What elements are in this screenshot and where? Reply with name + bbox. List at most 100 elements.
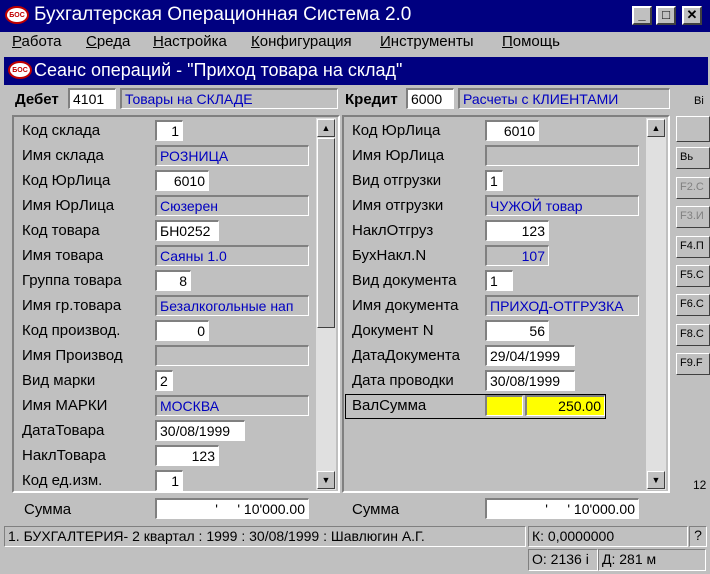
side-button-f5[interactable]: F5.С bbox=[676, 265, 710, 287]
field-value: Саяны 1.0 bbox=[155, 245, 309, 266]
side-number: 12 bbox=[693, 478, 707, 492]
session-logo-icon: БОС bbox=[8, 61, 32, 79]
field-value[interactable]: 1 bbox=[155, 120, 183, 141]
field-value: Безалкогольные нап bbox=[155, 295, 309, 316]
credit-sum-label: Сумма bbox=[352, 501, 400, 518]
field-label: Вид марки bbox=[22, 372, 96, 389]
side-button-f3[interactable]: F3.И bbox=[676, 206, 710, 228]
minimize-button[interactable]: _ bbox=[632, 6, 652, 25]
field-value[interactable]: 2 bbox=[155, 370, 173, 391]
menu-tools[interactable]: Инструменты bbox=[380, 33, 474, 50]
menu-environment[interactable]: Среда bbox=[86, 33, 130, 50]
debit-scrollbar[interactable]: ▲ ▼ bbox=[316, 118, 336, 490]
field-value bbox=[155, 345, 309, 366]
field-label: Код товара bbox=[22, 222, 100, 239]
field-value[interactable]: 123 bbox=[485, 220, 549, 241]
session-title-bar: БОС Сеанс операций - "Приход товара на с… bbox=[4, 57, 708, 85]
field-value[interactable]: 6010 bbox=[485, 120, 539, 141]
field-label: НаклТовара bbox=[22, 447, 106, 464]
field-value[interactable]: 29/04/1999 bbox=[485, 345, 575, 366]
valsum-field[interactable]: 250.00 bbox=[525, 395, 605, 416]
menu-work[interactable]: Работа bbox=[12, 33, 62, 50]
credit-scrollbar[interactable]: ▲ ▼ bbox=[646, 118, 666, 490]
side-button-blank[interactable] bbox=[676, 116, 710, 142]
field-value[interactable]: 1 bbox=[155, 470, 183, 491]
menu-help[interactable]: Помощь bbox=[502, 33, 560, 50]
field-value[interactable]: 1 bbox=[485, 270, 513, 291]
side-button-f8[interactable]: F8.С bbox=[676, 324, 710, 346]
credit-sum-field[interactable]: ' ' 10'000.00 bbox=[485, 498, 639, 519]
field-label: Дата проводки bbox=[352, 372, 454, 389]
field-label: Код ЮрЛица bbox=[22, 172, 111, 189]
status-session: 1. БУХГАЛТЕРИЯ- 2 квартал : 1999 : 30/08… bbox=[4, 526, 526, 547]
valsum-currency-segment[interactable] bbox=[485, 395, 523, 416]
field-label: Имя гр.товара bbox=[22, 297, 122, 314]
debit-sum-label: Сумма bbox=[24, 501, 72, 518]
maximize-button[interactable]: □ bbox=[656, 6, 676, 25]
scroll-down-arrow-icon[interactable]: ▼ bbox=[647, 471, 665, 489]
field-label: Имя склада bbox=[22, 147, 104, 164]
field-value[interactable]: 123 bbox=[155, 445, 219, 466]
field-label: ДатаДокумента bbox=[352, 347, 460, 364]
field-value bbox=[485, 145, 639, 166]
field-label: Документ N bbox=[352, 322, 434, 339]
field-value: МОСКВА bbox=[155, 395, 309, 416]
side-button-f2[interactable]: F2.С bbox=[676, 177, 710, 199]
field-value[interactable]: 56 bbox=[485, 320, 549, 341]
debit-code-field[interactable]: 4101 bbox=[68, 88, 116, 109]
status-help-button[interactable]: ? bbox=[689, 526, 707, 547]
status-d: Д: 281 м bbox=[598, 549, 706, 571]
field-value[interactable]: 8 bbox=[155, 270, 191, 291]
field-value[interactable]: 30/08/1999 bbox=[155, 420, 245, 441]
status-o: О: 2136 і bbox=[528, 549, 598, 571]
menu-configuration[interactable]: Конфигурация bbox=[251, 33, 352, 50]
side-label-top: Ві bbox=[694, 95, 704, 107]
field-label: Имя товара bbox=[22, 247, 104, 264]
field-value: Сюзерен bbox=[155, 195, 309, 216]
menu-bar: Работа Среда Настройка Конфигурация Инст… bbox=[0, 32, 710, 56]
close-button[interactable]: ✕ bbox=[682, 6, 702, 25]
status-coefficient: К: 0,0000000 bbox=[528, 526, 688, 547]
scroll-thumb[interactable] bbox=[317, 138, 335, 328]
field-label: НаклОтгруз bbox=[352, 222, 434, 239]
menu-settings[interactable]: Настройка bbox=[153, 33, 227, 50]
field-label: Вид отгрузки bbox=[352, 172, 442, 189]
session-title: Сеанс операций - "Приход товара на склад… bbox=[34, 60, 403, 80]
field-value: 107 bbox=[485, 245, 549, 266]
debit-label: Дебет bbox=[15, 91, 59, 108]
field-label: Имя документа bbox=[352, 297, 459, 314]
field-label: Имя отгрузки bbox=[352, 197, 444, 214]
field-value: ЧУЖОЙ товар bbox=[485, 195, 639, 216]
field-value[interactable]: 0 bbox=[155, 320, 209, 341]
scroll-up-arrow-icon[interactable]: ▲ bbox=[317, 119, 335, 137]
credit-code-field[interactable]: 6000 bbox=[406, 88, 454, 109]
scroll-up-arrow-icon[interactable]: ▲ bbox=[647, 119, 665, 137]
field-label: Имя ЮрЛица bbox=[22, 197, 115, 214]
field-value[interactable]: 30/08/1999 bbox=[485, 370, 575, 391]
window-title: Бухгалтерская Операционная Система 2.0 bbox=[34, 4, 412, 25]
title-bar: БОС Бухгалтерская Операционная Система 2… bbox=[0, 0, 710, 32]
field-value[interactable]: БН0252 bbox=[155, 220, 219, 241]
field-label: Группа товара bbox=[22, 272, 122, 289]
field-label: Код ед.изм. bbox=[22, 472, 103, 489]
side-button-f6[interactable]: F6.С bbox=[676, 294, 710, 316]
scroll-down-arrow-icon[interactable]: ▼ bbox=[317, 471, 335, 489]
side-button-f4[interactable]: F4.П bbox=[676, 236, 710, 258]
field-value: РОЗНИЦА bbox=[155, 145, 309, 166]
debit-name-field: Товары на СКЛАДЕ bbox=[120, 88, 338, 109]
field-value[interactable]: 1 bbox=[485, 170, 503, 191]
field-label: ДатаТовара bbox=[22, 422, 105, 439]
field-label: Имя МАРКИ bbox=[22, 397, 108, 414]
field-value: ПРИХОД-ОТГРУЗКА bbox=[485, 295, 639, 316]
field-label: Вид документа bbox=[352, 272, 457, 289]
field-label: Код склада bbox=[22, 122, 101, 139]
side-button-exit[interactable]: Вь bbox=[676, 147, 710, 169]
side-button-f9[interactable]: F9.F bbox=[676, 353, 710, 375]
app-logo-icon: БОС bbox=[5, 6, 29, 24]
field-value[interactable]: 6010 bbox=[155, 170, 209, 191]
field-label: Имя ЮрЛица bbox=[352, 147, 445, 164]
debit-sum-field[interactable]: ' ' 10'000.00 bbox=[155, 498, 309, 519]
field-label: Имя Производ bbox=[22, 347, 123, 364]
field-label: БухНакл.N bbox=[352, 247, 427, 264]
field-label: Код ЮрЛица bbox=[352, 122, 441, 139]
